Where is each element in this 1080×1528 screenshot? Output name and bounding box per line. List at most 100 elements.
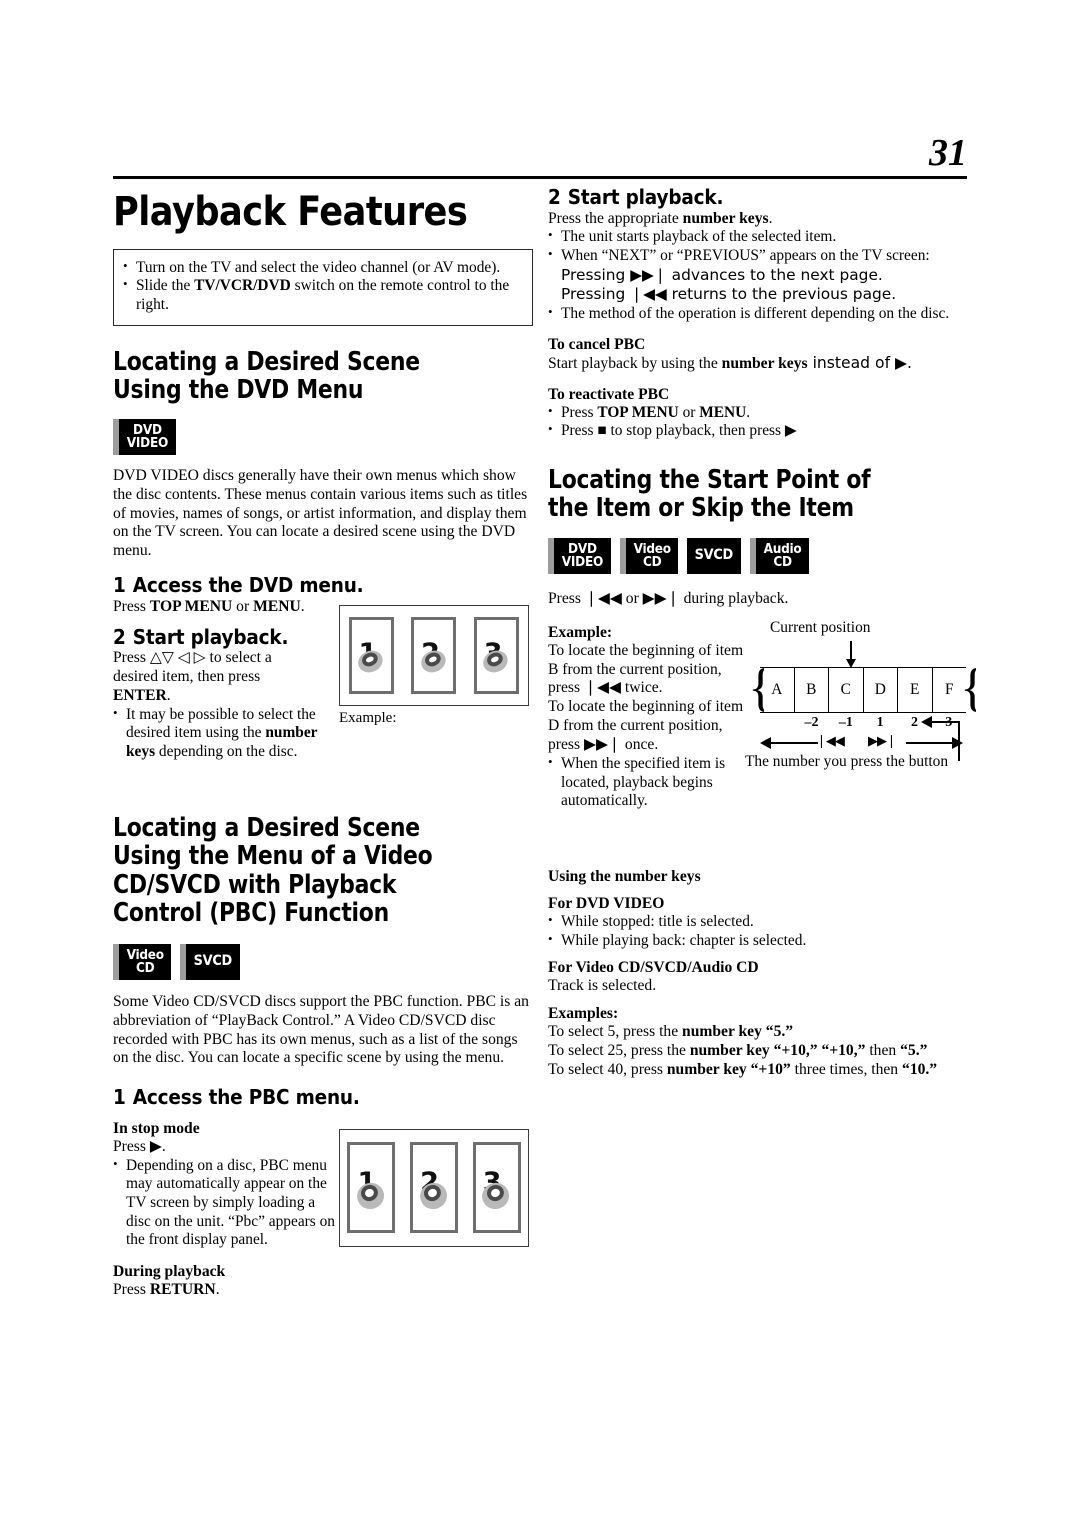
examples-heading: Examples: bbox=[548, 1005, 619, 1023]
skip-back-glyph-icon: ❘◀◀ bbox=[816, 733, 845, 749]
step-2-lead: Press the appropriate number keys. bbox=[548, 209, 773, 227]
badge-text: Video CD bbox=[126, 947, 164, 976]
dvd-menu-description: DVD VIDEO discs generally have their own… bbox=[113, 466, 528, 560]
badge-bar bbox=[180, 943, 187, 980]
to-cancel-pbc-body: Start playback by using the number keys … bbox=[548, 353, 912, 372]
number-key-example-2: To select 25, press the number key “+10,… bbox=[548, 1041, 928, 1059]
badge-text: Audio CD bbox=[763, 541, 802, 570]
list-item: When the specified item is located, play… bbox=[548, 754, 744, 811]
in-stop-mode-press: Press ▶. bbox=[113, 1137, 166, 1155]
tick-label: –1 bbox=[838, 714, 853, 730]
dvd-menu-example-figure: 1 2 3 Example: bbox=[339, 605, 529, 727]
manual-page: 31 Playback Features Turn on the TV and … bbox=[0, 0, 1080, 1528]
example-note-list: When the specified item is located, play… bbox=[548, 754, 744, 811]
item-cell: E bbox=[898, 667, 933, 712]
step-label: Access the PBC menu. bbox=[132, 1085, 360, 1110]
diagram-caption-bottom: The number you press the button bbox=[745, 752, 949, 770]
to-reactivate-pbc-heading: To reactivate PBC bbox=[548, 385, 670, 403]
item-cell: A bbox=[760, 667, 795, 712]
list-item: While stopped: title is selected. bbox=[548, 912, 968, 932]
step-label: Start playback. bbox=[132, 624, 289, 649]
list-item: Press ■ to stop playback, then press ▶ bbox=[548, 421, 968, 441]
video-cd-badge: Video CD bbox=[619, 537, 679, 574]
page-title: Playback Features bbox=[113, 189, 468, 235]
badge-text: SVCD bbox=[694, 546, 734, 563]
section-heading-pbc-menu: Locating a Desired Scene Using the Menu … bbox=[113, 812, 433, 929]
step-label: Access the DVD menu. bbox=[132, 573, 364, 598]
tick-label: 1 bbox=[876, 714, 884, 730]
badge-bar bbox=[113, 418, 119, 455]
disc-panels-box: 1 2 3 bbox=[339, 1128, 529, 1247]
badge-text: Video CD bbox=[633, 541, 671, 570]
number-key-example-1: To select 5, press the number key “5.” bbox=[548, 1023, 794, 1041]
disc-panel: 3 bbox=[474, 617, 520, 695]
list-item: It may be possible to select the desired… bbox=[113, 705, 345, 762]
disc-badges-dvd-menu: DVD VIDEO bbox=[113, 418, 533, 455]
header-rule bbox=[113, 176, 967, 179]
badge-bar bbox=[619, 537, 626, 574]
item-cell: C bbox=[829, 667, 864, 712]
preparation-note-box: Turn on the TV and select the video chan… bbox=[113, 248, 533, 326]
preparation-note-list: Turn on the TV and select the video chan… bbox=[123, 258, 521, 315]
list-item: Turn on the TV and select the video chan… bbox=[123, 258, 521, 278]
step-number: 2 bbox=[548, 185, 561, 209]
disc-panel: 1 bbox=[348, 617, 394, 695]
disc-panel: 3 bbox=[472, 1142, 521, 1234]
list-item: Press TOP MENU or MENU. bbox=[548, 403, 968, 423]
using-number-keys-heading: Using the number keys bbox=[548, 867, 701, 885]
list-item: Slide the TV/VCR/DVD switch on the remot… bbox=[123, 276, 521, 314]
item-skip-diagram: Current position { { A B C D E F –2 –1 1 bbox=[745, 618, 982, 770]
list-item: The unit starts playback of the selected… bbox=[548, 227, 968, 247]
for-dvd-video-heading: For DVD VIDEO bbox=[548, 894, 665, 912]
pbc-example-figure: 1 2 3 bbox=[339, 1128, 529, 1247]
dvd-video-badge: DVD VIDEO bbox=[113, 418, 176, 455]
number-key-example-3: To select 40, press number key “+10” thr… bbox=[548, 1060, 938, 1078]
skip-press-line: Press ❘◀◀ or ▶▶❘ during playback. bbox=[548, 589, 789, 607]
badge-text: DVD VIDEO bbox=[126, 422, 168, 451]
step-1-access-pbc-menu: 1 Access the PBC menu. bbox=[113, 1085, 491, 1110]
step-1-access-dvd-menu: 1 Access the DVD menu. bbox=[113, 573, 491, 598]
example-body-1: To locate the beginning of item B from t… bbox=[548, 641, 744, 697]
tv-vcr-dvd-label: TV/VCR/DVD bbox=[194, 277, 291, 295]
hook-horizontal bbox=[921, 715, 960, 729]
arrow-line-fwd bbox=[906, 741, 954, 744]
list-item: When “NEXT” or “PREVIOUS” appears on the… bbox=[548, 246, 968, 305]
during-playback-heading: During playback bbox=[113, 1262, 226, 1280]
disc-panels-box: 1 2 3 bbox=[339, 605, 529, 707]
badge-bar bbox=[113, 943, 119, 980]
arrow-line-back bbox=[770, 741, 818, 744]
disc-panel: 1 bbox=[347, 1142, 396, 1234]
dvd-video-bullet-list: While stopped: title is selected. While … bbox=[548, 912, 968, 950]
disc-panel: 2 bbox=[409, 1142, 458, 1234]
left-column: Playback Features Turn on the TV and sel… bbox=[113, 186, 533, 1300]
video-cd-badge: Video CD bbox=[113, 943, 172, 980]
item-cell: D bbox=[864, 667, 898, 712]
step-number: 1 bbox=[113, 573, 126, 598]
step-2-body-line3: ENTER. bbox=[113, 686, 171, 704]
for-video-cd-body: Track is selected. bbox=[548, 977, 657, 995]
item-cell: F bbox=[944, 680, 954, 698]
example-body-2: To locate the beginning of item D from t… bbox=[548, 698, 744, 754]
skip-fwd-glyph-icon: ▶▶❘ bbox=[868, 733, 897, 749]
list-item: The method of the operation is different… bbox=[548, 304, 968, 324]
current-position-arrow-icon bbox=[844, 640, 857, 668]
item-cell: B bbox=[795, 667, 829, 712]
dvd-video-badge: DVD VIDEO bbox=[548, 537, 611, 574]
audio-cd-badge: Audio CD bbox=[749, 537, 809, 574]
badge-bar bbox=[749, 537, 756, 574]
badge-text: DVD VIDEO bbox=[561, 541, 603, 570]
during-playback-press: Press RETURN. bbox=[113, 1280, 220, 1298]
prev-page-line: Pressing ❘◀◀ returns to the previous pag… bbox=[561, 285, 897, 304]
reactivate-pbc-list: Press TOP MENU or MENU. Press ■ to stop … bbox=[548, 403, 968, 441]
step-number: 1 bbox=[113, 1085, 126, 1110]
svcd-badge: SVCD bbox=[180, 943, 241, 980]
diagram-caption-top: Current position bbox=[770, 618, 871, 636]
tick-label: –2 bbox=[804, 714, 819, 730]
next-page-line: Pressing ▶▶❘ advances to the next page. bbox=[561, 265, 883, 284]
for-video-cd-heading: For Video CD/SVCD/Audio CD bbox=[548, 959, 759, 977]
disc-panel: 2 bbox=[411, 617, 457, 695]
step-number: 2 bbox=[113, 624, 126, 649]
item-strip: A B C D E F bbox=[760, 666, 966, 713]
list-item: Depending on a disc, PBC menu may automa… bbox=[113, 1156, 337, 1250]
svcd-badge: SVCD bbox=[687, 537, 741, 574]
